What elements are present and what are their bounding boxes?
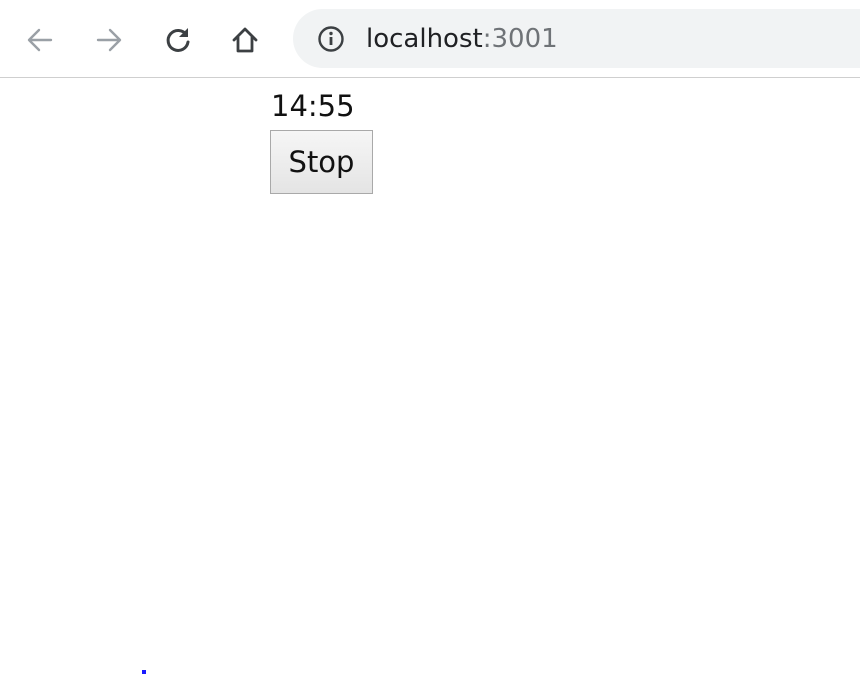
arrow-right-icon <box>96 28 122 52</box>
reload-icon <box>166 28 190 52</box>
stop-button[interactable]: Stop <box>270 130 373 194</box>
url-text: localhost:3001 <box>366 23 558 55</box>
url-port: :3001 <box>482 24 558 54</box>
address-bar[interactable]: localhost:3001 <box>293 9 860 68</box>
home-icon <box>232 27 258 53</box>
page-content: 14:55 Stop <box>0 78 860 675</box>
timer-display: 14:55 <box>271 89 355 123</box>
url-host: localhost <box>366 24 483 54</box>
home-button[interactable] <box>225 20 265 60</box>
reload-button[interactable] <box>158 20 198 60</box>
forward-button[interactable] <box>89 20 129 60</box>
browser-toolbar: localhost:3001 <box>0 0 860 78</box>
info-icon[interactable] <box>317 25 345 53</box>
back-button[interactable] <box>20 20 60 60</box>
arrow-left-icon <box>27 28 53 52</box>
blue-dot <box>142 670 146 674</box>
